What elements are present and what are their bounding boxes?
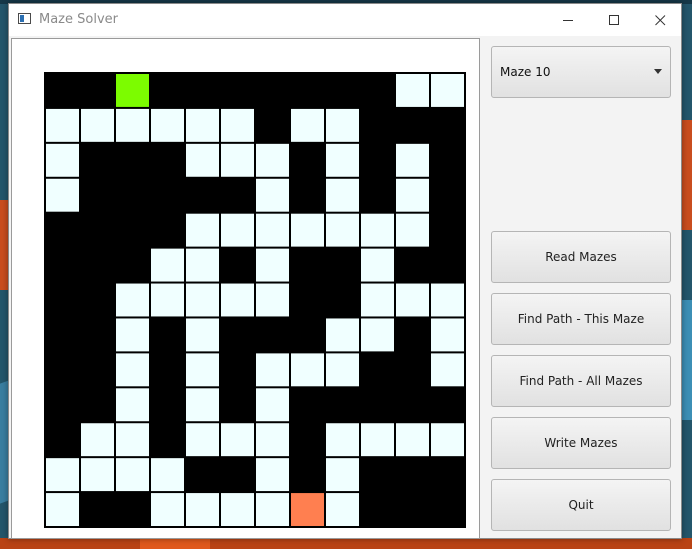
maze-cell-open: [151, 458, 184, 492]
maze-cell-open: [186, 248, 219, 282]
maze-cell-open: [361, 423, 394, 457]
maze-cell-open: [256, 423, 289, 457]
maze-cell-open: [116, 458, 149, 492]
maze-cell-open: [221, 493, 254, 526]
minimize-icon: [563, 20, 573, 21]
maze-cell-open: [361, 318, 394, 352]
maze-cell-open: [46, 178, 79, 212]
maze-cell-open: [256, 353, 289, 387]
maze-cell-open: [221, 108, 254, 142]
minimize-button[interactable]: [545, 4, 591, 36]
find-path-all-mazes-button[interactable]: Find Path - All Mazes: [491, 355, 671, 407]
maze-cell-open: [186, 318, 219, 352]
maze-cell-open: [256, 248, 289, 282]
maze-cell-open: [151, 108, 184, 142]
maze-cell-open: [256, 143, 289, 177]
maze-cell-open: [221, 213, 254, 247]
maze-cell-open: [186, 353, 219, 387]
window-content: Maze 10 Read Mazes Find Path - This Maze…: [9, 36, 681, 539]
maze-cell-open: [326, 143, 359, 177]
maze-grid[interactable]: [44, 72, 466, 528]
maze-cell-open: [431, 353, 464, 387]
maze-cell-open: [256, 213, 289, 247]
maze-cell-open: [256, 458, 289, 492]
maze-cell-open: [116, 318, 149, 352]
maze-cell-open: [46, 458, 79, 492]
maze-cell-open: [326, 178, 359, 212]
maze-cell-open: [396, 178, 429, 212]
maze-cell-open: [396, 213, 429, 247]
maze-cell-open: [186, 388, 219, 422]
app-icon: [18, 13, 31, 24]
maze-panel: [11, 38, 480, 539]
quit-button[interactable]: Quit: [491, 479, 671, 531]
maximize-button[interactable]: [591, 4, 637, 36]
maze-cell-open: [361, 248, 394, 282]
maze-cell-open: [81, 423, 114, 457]
maze-cell-open: [431, 74, 464, 107]
maze-cell-open: [221, 423, 254, 457]
maze-cell-open: [46, 143, 79, 177]
maze-cell-open: [221, 143, 254, 177]
find-path-this-maze-button[interactable]: Find Path - This Maze: [491, 293, 671, 345]
maze-cell-open: [291, 108, 324, 142]
maze-cell-open: [396, 423, 429, 457]
maximize-icon: [609, 15, 619, 25]
maze-cell-open: [151, 248, 184, 282]
maze-cell-open: [326, 458, 359, 492]
maze-cell-open: [326, 318, 359, 352]
dropdown-arrow-icon: [654, 69, 662, 74]
maze-cell-open: [186, 493, 219, 526]
maze-cell-open: [396, 283, 429, 317]
maze-cell-open: [361, 213, 394, 247]
maze-cell-open: [326, 213, 359, 247]
maze-cell-open: [186, 283, 219, 317]
maze-cell-open: [116, 283, 149, 317]
maze-cell-open: [361, 283, 394, 317]
maze-cell-open: [256, 493, 289, 526]
maze-cell-open: [186, 213, 219, 247]
maze-cell-open: [46, 493, 79, 526]
maze-cell-open: [326, 493, 359, 526]
title-bar[interactable]: Maze Solver: [9, 4, 681, 36]
maze-select-dropdown[interactable]: Maze 10: [491, 46, 671, 98]
maze-cell-open: [186, 143, 219, 177]
window-title: Maze Solver: [39, 12, 118, 27]
maze-cell-open: [326, 108, 359, 142]
maze-cell-open: [186, 423, 219, 457]
maze-cell-open: [46, 108, 79, 142]
app-window: Maze Solver Maze 10 Read Mazes Find Path…: [8, 3, 682, 539]
maze-cell-open: [116, 423, 149, 457]
maze-cell-open: [326, 423, 359, 457]
maze-cell-open: [256, 178, 289, 212]
maze-cell-open: [221, 283, 254, 317]
maze-cell-open: [116, 388, 149, 422]
write-mazes-button[interactable]: Write Mazes: [491, 417, 671, 469]
maze-cell-open: [151, 283, 184, 317]
maze-cell-open: [151, 493, 184, 526]
maze-cell-open: [256, 388, 289, 422]
maze-cell-open: [116, 353, 149, 387]
close-icon: [655, 15, 666, 26]
maze-cell-open: [326, 353, 359, 387]
maze-cell-open: [396, 74, 429, 107]
maze-cell-open: [431, 283, 464, 317]
maze-cell-open: [81, 458, 114, 492]
maze-cell-open: [256, 283, 289, 317]
maze-cell-open: [116, 108, 149, 142]
maze-start-cell: [116, 74, 149, 107]
maze-cell-open: [186, 108, 219, 142]
maze-cell-open: [396, 143, 429, 177]
maze-cell-open: [291, 353, 324, 387]
maze-end-cell: [291, 493, 324, 526]
maze-select-value: Maze 10: [500, 65, 551, 79]
read-mazes-button[interactable]: Read Mazes: [491, 231, 671, 283]
maze-cell-open: [81, 108, 114, 142]
close-button[interactable]: [637, 4, 683, 36]
maze-cell-open: [431, 318, 464, 352]
maze-cell-open: [291, 213, 324, 247]
maze-cell-open: [431, 423, 464, 457]
